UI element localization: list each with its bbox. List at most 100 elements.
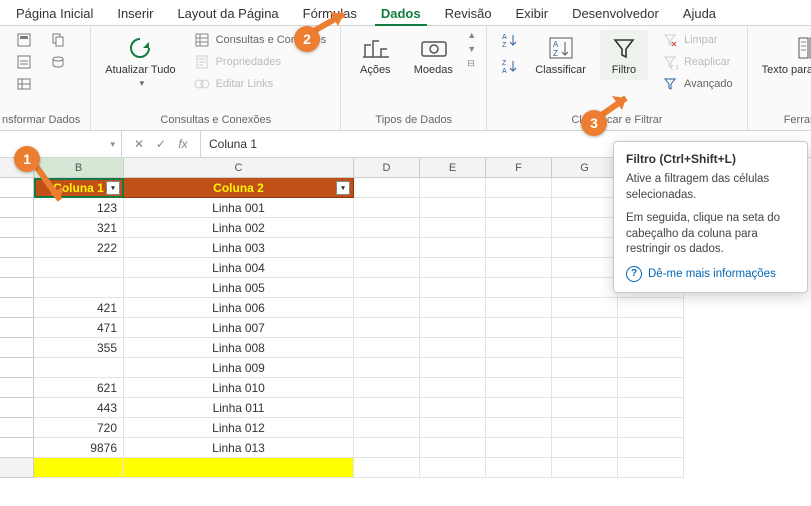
cell[interactable] — [552, 178, 618, 198]
table-header-col2[interactable]: Coluna 2 — [124, 178, 354, 198]
tab-ajuda[interactable]: Ajuda — [671, 2, 728, 25]
cell[interactable] — [486, 218, 552, 238]
cell[interactable] — [354, 458, 420, 478]
cell[interactable] — [354, 238, 420, 258]
get-data-icon-5[interactable] — [46, 52, 70, 72]
cell[interactable] — [420, 398, 486, 418]
scroll-down-icon[interactable]: ▼ — [467, 44, 476, 54]
cell[interactable] — [420, 198, 486, 218]
cell[interactable] — [486, 338, 552, 358]
tab-desenvolvedor[interactable]: Desenvolvedor — [560, 2, 671, 25]
cell[interactable] — [420, 298, 486, 318]
cell[interactable] — [354, 258, 420, 278]
cell[interactable] — [354, 278, 420, 298]
cell[interactable] — [552, 458, 618, 478]
cell[interactable] — [354, 358, 420, 378]
filter-toggle-col2[interactable] — [336, 181, 350, 195]
cell[interactable] — [420, 338, 486, 358]
cell[interactable] — [354, 418, 420, 438]
cell[interactable]: Linha 011 — [124, 398, 354, 418]
atualizar-tudo-button[interactable]: Atualizar Tudo — [101, 30, 179, 93]
cell[interactable]: Linha 002 — [124, 218, 354, 238]
cell[interactable]: Linha 001 — [124, 198, 354, 218]
cell[interactable] — [552, 438, 618, 458]
cell[interactable]: Linha 007 — [124, 318, 354, 338]
cell[interactable]: 720 — [34, 418, 124, 438]
col-head-G[interactable]: G — [552, 158, 618, 178]
cell[interactable] — [552, 238, 618, 258]
cell[interactable]: 9876 — [34, 438, 124, 458]
sort-desc-button[interactable]: ZA — [497, 56, 521, 76]
accept-formula-icon[interactable]: ✓ — [154, 137, 168, 151]
col-head-D[interactable]: D — [354, 158, 420, 178]
cell[interactable] — [354, 318, 420, 338]
tooltip-more-info-link[interactable]: Dê-me mais informações — [626, 266, 795, 282]
cell[interactable] — [486, 318, 552, 338]
cell[interactable] — [552, 338, 618, 358]
cell[interactable]: 471 — [34, 318, 124, 338]
cell[interactable] — [618, 358, 684, 378]
cell[interactable]: Linha 004 — [124, 258, 354, 278]
classificar-button[interactable]: AZ Classificar — [531, 30, 590, 80]
cell[interactable]: Linha 010 — [124, 378, 354, 398]
cancel-formula-icon[interactable]: ✕ — [132, 137, 146, 151]
cell[interactable] — [552, 378, 618, 398]
get-data-icon-3[interactable] — [12, 74, 36, 94]
texto-colunas-button[interactable]: Texto para Colunas — [758, 30, 811, 80]
tab-p-gina-inicial[interactable]: Página Inicial — [4, 2, 105, 25]
cell[interactable] — [354, 398, 420, 418]
cell[interactable] — [486, 398, 552, 418]
cell[interactable]: Linha 012 — [124, 418, 354, 438]
cell[interactable] — [420, 278, 486, 298]
propriedades-button[interactable]: Propriedades — [190, 52, 331, 72]
cell[interactable] — [552, 418, 618, 438]
cell[interactable] — [354, 218, 420, 238]
cell[interactable] — [552, 318, 618, 338]
cell[interactable] — [552, 218, 618, 238]
cell[interactable]: Linha 008 — [124, 338, 354, 358]
tab-inserir[interactable]: Inserir — [105, 2, 165, 25]
tab-revis-o[interactable]: Revisão — [433, 2, 504, 25]
cell[interactable] — [618, 398, 684, 418]
cell[interactable]: 443 — [34, 398, 124, 418]
cell[interactable] — [354, 438, 420, 458]
cell[interactable] — [34, 358, 124, 378]
moedas-button[interactable]: Moedas — [409, 30, 457, 80]
cell[interactable]: Linha 013 — [124, 438, 354, 458]
limpar-button[interactable]: Limpar — [658, 30, 737, 50]
cell[interactable] — [420, 178, 486, 198]
cell[interactable] — [486, 198, 552, 218]
cell[interactable] — [486, 178, 552, 198]
cell[interactable] — [486, 358, 552, 378]
cell[interactable] — [420, 418, 486, 438]
cell[interactable] — [618, 438, 684, 458]
tab-layout-da-p-gina[interactable]: Layout da Página — [165, 2, 290, 25]
cell[interactable]: 355 — [34, 338, 124, 358]
editar-links-button[interactable]: Editar Links — [190, 74, 331, 94]
scroll-more-icon[interactable]: ⊟ — [467, 58, 476, 69]
cell[interactable] — [486, 298, 552, 318]
cell[interactable] — [618, 298, 684, 318]
cell[interactable] — [552, 358, 618, 378]
cell[interactable] — [552, 398, 618, 418]
cell[interactable] — [354, 378, 420, 398]
get-data-icon-4[interactable] — [46, 30, 70, 50]
cell[interactable] — [420, 358, 486, 378]
tab-dados[interactable]: Dados — [369, 2, 433, 25]
tab-exibir[interactable]: Exibir — [504, 2, 561, 25]
cell[interactable] — [124, 458, 354, 478]
cell[interactable] — [34, 258, 124, 278]
cell[interactable] — [354, 298, 420, 318]
cell[interactable] — [420, 218, 486, 238]
cell[interactable] — [486, 238, 552, 258]
cell[interactable] — [420, 318, 486, 338]
cell[interactable] — [420, 258, 486, 278]
cell[interactable] — [486, 258, 552, 278]
cell[interactable] — [34, 278, 124, 298]
cell[interactable] — [486, 378, 552, 398]
cell[interactable] — [618, 418, 684, 438]
get-data-icon-2[interactable] — [12, 52, 36, 72]
cell[interactable] — [34, 458, 124, 478]
cell[interactable] — [486, 418, 552, 438]
scroll-up-icon[interactable]: ▲ — [467, 30, 476, 40]
